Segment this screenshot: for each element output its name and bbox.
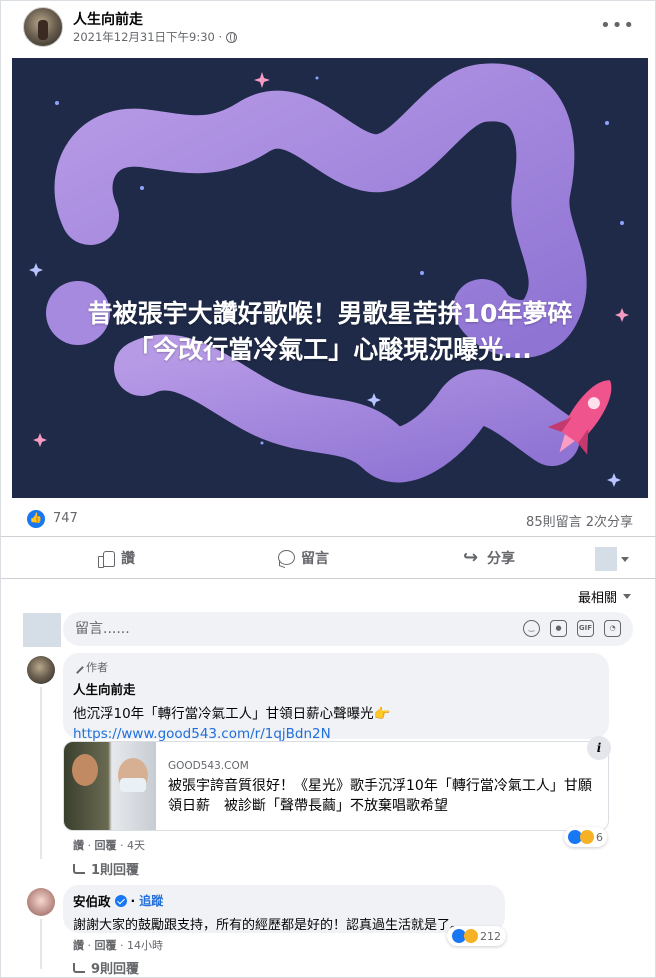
space-illustration [29, 63, 629, 487]
comment-actions: 讚 · 回覆 · 4天 [73, 839, 145, 852]
comment-icon [277, 549, 295, 567]
care-reaction-icon [464, 929, 478, 943]
comment-reactions[interactable]: 6 [564, 827, 607, 847]
reaction-count: 6 [596, 830, 603, 844]
action-bar: 讚 留言 分享 [1, 539, 656, 579]
replies-count: 1則回覆 [91, 863, 140, 878]
comment-share-count[interactable]: 85則留言 2次分享 [526, 511, 633, 530]
gif-icon[interactable]: GIF [577, 620, 594, 637]
link-preview-card[interactable]: GOOD543.COM 被張宇誇音質很好！《星光》歌手沉浮10年「轉行當冷氣工人… [63, 741, 609, 831]
thread-line [40, 919, 42, 969]
info-icon[interactable]: i [587, 736, 611, 760]
banner-headline-line1: 昔被張宇大讚好歌喉！男歌星苦拚10年夢碎 [87, 299, 573, 328]
share-button[interactable]: 分享 [463, 547, 515, 568]
chevron-down-icon [621, 556, 629, 562]
share-icon [463, 547, 481, 568]
thread-line [40, 687, 42, 859]
post-header: 人生向前走 2021年12月31日下午9:30 · ••• [1, 1, 656, 57]
comment-input[interactable]: 留言...... ‿ ● GIF ◔ [63, 612, 633, 646]
author-tag-label: 作者 [86, 661, 108, 674]
cloud-shape [114, 334, 580, 483]
comment-placeholder: 留言...... [75, 621, 130, 637]
comment-avatar[interactable] [27, 888, 55, 916]
comment-label: 留言 [301, 551, 329, 567]
link-domain: GOOD543.COM [168, 760, 249, 772]
comment-author-name[interactable]: 安伯政 [73, 891, 111, 910]
comment-reply-link[interactable]: 回覆 [95, 839, 117, 852]
camera-icon[interactable]: ● [550, 620, 567, 637]
comment-input-tools: ‿ ● GIF ◔ [523, 620, 621, 637]
comment-time[interactable]: 4天 [127, 839, 145, 852]
banner-headline-line2: 「今改行當冷氣工」心酸現況曝光... [128, 335, 532, 364]
comment-bubble: 安伯政 · 追蹤 謝謝大家的鼓勵跟支持，所有的經歷都是好的！認真過生活就是了。 [63, 885, 505, 933]
page-avatar-select[interactable] [595, 545, 633, 573]
like-label: 讚 [121, 551, 135, 567]
globe-icon [226, 31, 238, 43]
reply-arrow-icon [73, 962, 85, 973]
thumbs-up-icon [97, 549, 115, 568]
person-face [72, 754, 98, 786]
author-tag: 作者 [71, 659, 599, 675]
share-label: 分享 [487, 551, 515, 567]
comment-reactions[interactable]: 212 [447, 926, 506, 946]
post-image[interactable]: 昔被張宇大讚好歌喉！男歌星苦拚10年夢碎 「今改行當冷氣工」心酸現況曝光... [12, 58, 648, 498]
sort-label: 最相關 [577, 591, 617, 606]
verified-badge-icon [114, 894, 127, 907]
link-title: 被張宇誇音質很好！《星光》歌手沉浮10年「轉行當冷氣工人」甘願領日薪 被診斷「聲… [168, 778, 592, 814]
sticker-icon[interactable]: ◔ [604, 620, 621, 637]
comment-bubble: 作者 人生向前走 他沉浮10年「轉行當冷氣工人」甘領日薪心聲曝光👉 https:… [63, 653, 609, 742]
like-button[interactable]: 讚 [97, 548, 135, 568]
face-mask [120, 778, 146, 792]
comment-actions: 讚 · 回覆 · 14小時 [73, 939, 163, 952]
emoji-icon[interactable]: ‿ [523, 620, 540, 637]
view-replies-button[interactable]: 9則回覆 [73, 958, 139, 977]
banner-headline: 昔被張宇大讚好歌喉！男歌星苦拚10年夢碎 「今改行當冷氣工」心酸現況曝光... [12, 296, 648, 368]
replies-count: 9則回覆 [91, 962, 140, 977]
comment-author-name[interactable]: 人生向前走 [73, 679, 599, 698]
comment-reply-link[interactable]: 回覆 [95, 939, 117, 952]
like-count[interactable]: 747 [53, 511, 78, 526]
comment-time[interactable]: 14小時 [127, 939, 163, 952]
reply-arrow-icon [73, 863, 85, 874]
chevron-down-icon [623, 594, 631, 599]
pencil-icon [71, 660, 84, 674]
comment-button[interactable]: 留言 [277, 548, 329, 568]
comment-like-link[interactable]: 讚 [73, 939, 84, 952]
comment-link[interactable]: https://www.good543.com/r/1qjBdn2N [73, 726, 599, 742]
more-icon[interactable]: ••• [600, 15, 635, 36]
follow-button[interactable]: 追蹤 [139, 892, 163, 909]
cloud-shape [54, 63, 587, 358]
care-reaction-icon [580, 830, 594, 844]
comment-sort-dropdown[interactable]: 最相關 [578, 587, 631, 606]
link-preview-image [64, 742, 156, 830]
reaction-stats: 👍 747 85則留言 2次分享 [1, 501, 656, 537]
view-replies-button[interactable]: 1則回覆 [73, 859, 139, 878]
comment-like-link[interactable]: 讚 [73, 839, 84, 852]
post-author-name[interactable]: 人生向前走 [73, 9, 143, 29]
comment-avatar[interactable] [27, 656, 55, 684]
post-timestamp[interactable]: 2021年12月31日下午9:30 · [73, 29, 222, 45]
reaction-count: 212 [480, 929, 501, 943]
author-avatar[interactable] [23, 7, 63, 47]
current-user-avatar [23, 613, 61, 647]
comment-text: 謝謝大家的鼓勵跟支持，所有的經歷都是好的！認真過生活就是了。 [73, 918, 464, 933]
comment-header: 安伯政 · 追蹤 [73, 891, 164, 910]
comment-text: 他沉浮10年「轉行當冷氣工人」甘領日薪心聲曝光👉 [73, 706, 391, 722]
like-reaction-icon[interactable]: 👍 [27, 510, 45, 528]
post-card: 人生向前走 2021年12月31日下午9:30 · ••• 昔被張宇大讚好歌喉！… [0, 0, 656, 978]
page-avatar [595, 547, 617, 571]
post-meta: 2021年12月31日下午9:30 · [73, 29, 238, 45]
